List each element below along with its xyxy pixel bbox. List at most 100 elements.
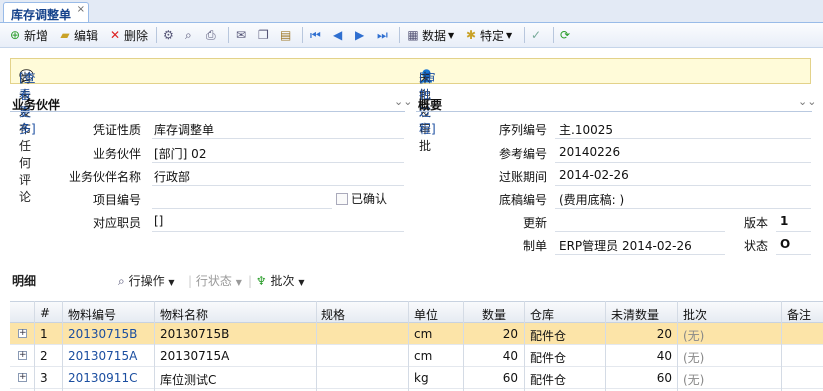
cell-code[interactable]: 20130715B (68, 327, 137, 341)
field-underline (555, 208, 811, 209)
expand-icon[interactable]: + (18, 373, 27, 382)
add-button[interactable]: ⊕ 新增 (8, 26, 48, 44)
field-underline (152, 231, 404, 232)
row-status-button[interactable]: | 行状态 ▼ (188, 272, 242, 289)
cell-batch: (无) (683, 329, 705, 343)
cell-index: 2 (40, 349, 48, 363)
tab-label: 库存调整单 (11, 8, 72, 22)
column-header-name[interactable]: 物料名称 (160, 306, 208, 323)
staff-value[interactable]: [] (154, 214, 163, 228)
column-header-code[interactable]: 物料编号 (68, 306, 116, 323)
field-underline (555, 162, 811, 163)
divider (10, 111, 405, 112)
divider (416, 111, 812, 112)
project-input[interactable] (152, 208, 332, 209)
tab-bar: 库存调整单 × (0, 0, 823, 23)
cell-warehouse: 配件仓 (530, 329, 567, 343)
column-header-batch[interactable]: 批次 (683, 306, 707, 323)
dropdown-arrow-icon: ▼ (168, 278, 175, 287)
column-header-index[interactable]: # (40, 306, 50, 320)
row-operations-button[interactable]: ⌕ 行操作 ▼ (118, 272, 175, 289)
first-record-icon[interactable]: ⏮ (310, 26, 321, 44)
last-record-icon[interactable]: ⏭ (377, 26, 388, 44)
partner-value[interactable]: [部门] 02 (154, 145, 206, 162)
refresh-icon[interactable]: ⟳ (560, 26, 570, 44)
toolbar-separator (524, 27, 525, 43)
confirmed-checkbox[interactable]: 已确认 (336, 190, 387, 207)
mail-icon[interactable]: ✉ (236, 26, 246, 44)
checkbox-icon (336, 192, 348, 205)
close-icon[interactable]: × (77, 4, 85, 15)
table-row[interactable]: + 1 20130715B 20130715B cm 20 配件仓 20 (无) (10, 323, 823, 345)
column-header-note[interactable]: 备注 (787, 306, 811, 323)
special-menu-button[interactable]: ✱ 特定 ▼ (464, 26, 512, 44)
column-divider[interactable] (463, 301, 464, 391)
column-divider[interactable] (524, 301, 525, 391)
column-divider[interactable] (677, 301, 678, 391)
expand-icon[interactable]: + (18, 351, 27, 360)
version-value: 1 (780, 214, 789, 228)
column-header-spec[interactable]: 规格 (321, 306, 345, 323)
data-menu-button[interactable]: ▦ 数据 ▼ (406, 26, 454, 44)
cell-name: 库位测试C (160, 373, 217, 387)
table-row[interactable]: + 3 20130911C 库位测试C kg 60 配件仓 60 (无) (10, 367, 823, 389)
cell-warehouse: 配件仓 (530, 373, 567, 387)
collapse-icon[interactable]: ⌄⌄ (798, 95, 816, 108)
spellcheck-icon[interactable]: ✓ (531, 26, 541, 44)
partner-name-value[interactable]: 行政部 (154, 168, 190, 185)
collapse-icon[interactable]: ⌄⌄ (394, 95, 412, 108)
batch-button[interactable]: | ♆ 批次 ▼ (248, 272, 304, 289)
toolbar-separator (156, 27, 157, 43)
table-row[interactable]: + 2 20130715A 20130715A cm 40 配件仓 40 (无) (10, 345, 823, 367)
edit-button[interactable]: ▰ 编辑 (58, 26, 98, 44)
search-icon: ⌕ (118, 274, 125, 288)
field-underline (152, 138, 404, 139)
cell-qty: 40 (502, 349, 518, 363)
print-icon[interactable]: ⎙ (206, 26, 216, 44)
cell-qty: 60 (502, 371, 518, 385)
period-value[interactable]: 2014-02-26 (559, 168, 629, 182)
column-header-open-qty[interactable]: 未清数量 (611, 306, 659, 323)
next-record-icon[interactable]: ▶ (355, 26, 364, 44)
batch-icon: ♆ (255, 274, 267, 288)
cell-unit: cm (414, 327, 433, 341)
paste-icon[interactable]: ▤ (280, 26, 291, 44)
column-divider[interactable] (154, 301, 155, 391)
cell-unit: kg (414, 371, 429, 385)
column-header-qty[interactable]: 数量 (482, 306, 506, 323)
voucher-type-value[interactable]: 库存调整单 (154, 121, 214, 138)
folder-edit-icon: ▰ (60, 28, 70, 42)
expand-icon[interactable]: + (18, 329, 27, 338)
delete-button[interactable]: ✕ 删除 (108, 26, 148, 44)
column-divider[interactable] (781, 301, 782, 391)
column-divider[interactable] (34, 301, 35, 391)
tab-inventory-adjustment[interactable]: 库存调整单 × (3, 2, 89, 22)
column-divider[interactable] (605, 301, 606, 391)
field-underline (555, 254, 725, 255)
partner-name-label: 业务伙伴名称 (68, 170, 141, 184)
creator-value: ERP管理员 2014-02-26 (559, 239, 692, 253)
serial-label: 序列编号 (498, 123, 547, 137)
ref-value[interactable]: 20140226 (559, 145, 620, 159)
column-divider[interactable] (316, 301, 317, 391)
copy-icon[interactable]: ❐ (258, 26, 269, 44)
cell-code[interactable]: 20130911C (68, 371, 137, 385)
plus-icon: ⊕ (9, 28, 21, 42)
toolbar-separator (553, 27, 554, 43)
column-header-warehouse[interactable]: 仓库 (530, 306, 554, 323)
previous-record-icon[interactable]: ◀ (333, 26, 342, 44)
draft-value: (费用底稿: ) (559, 193, 625, 207)
dropdown-arrow-icon: ▼ (235, 278, 242, 287)
field-underline (152, 162, 404, 163)
column-header-unit[interactable]: 单位 (414, 306, 438, 323)
dropdown-arrow-icon: ▼ (448, 30, 455, 40)
find-icon[interactable]: ⌕ (185, 26, 192, 44)
dropdown-arrow-icon: ▼ (506, 30, 513, 40)
staff-label: 对应职员 (92, 216, 141, 230)
cell-code[interactable]: 20130715A (68, 349, 137, 363)
field-underline (152, 185, 404, 186)
column-divider[interactable] (408, 301, 409, 391)
cell-batch: (无) (683, 373, 705, 387)
attach-icon[interactable]: ⚙ (163, 26, 174, 44)
column-divider[interactable] (62, 301, 63, 391)
